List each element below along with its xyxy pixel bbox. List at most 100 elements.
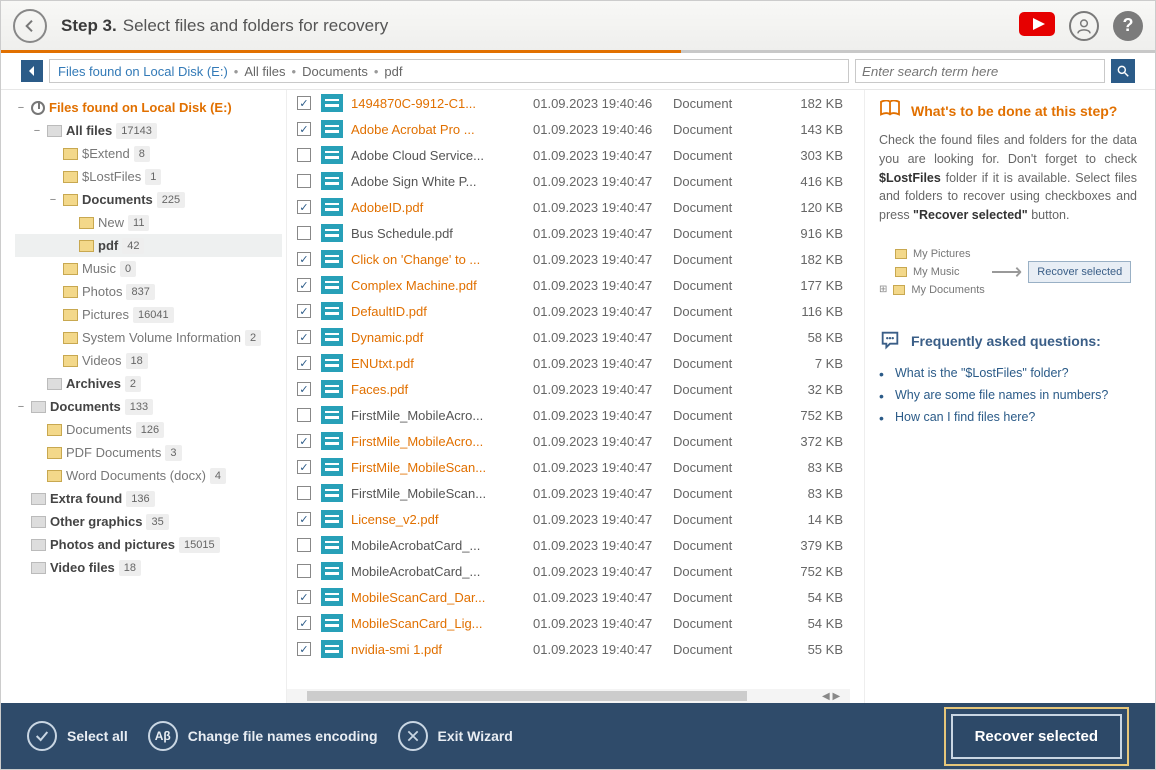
- file-name[interactable]: Faces.pdf: [351, 382, 511, 397]
- file-row[interactable]: Dynamic.pdf01.09.2023 19:40:47Document58…: [287, 324, 864, 350]
- file-row[interactable]: AdobeID.pdf01.09.2023 19:40:47Document12…: [287, 194, 864, 220]
- file-row[interactable]: License_v2.pdf01.09.2023 19:40:47Documen…: [287, 506, 864, 532]
- file-name[interactable]: Adobe Cloud Service...: [351, 148, 511, 163]
- file-checkbox[interactable]: [297, 330, 311, 344]
- file-checkbox[interactable]: [297, 200, 311, 214]
- file-name[interactable]: MobileScanCard_Dar...: [351, 590, 511, 605]
- file-checkbox[interactable]: [297, 512, 311, 526]
- file-name[interactable]: Dynamic.pdf: [351, 330, 511, 345]
- file-name[interactable]: DefaultID.pdf: [351, 304, 511, 319]
- file-checkbox[interactable]: [297, 486, 311, 500]
- tree-item[interactable]: Documents126: [15, 418, 282, 441]
- file-checkbox[interactable]: [297, 122, 311, 136]
- tree-item[interactable]: Pictures16041: [15, 303, 282, 326]
- file-name[interactable]: Adobe Sign White P...: [351, 174, 511, 189]
- faq-link[interactable]: How can I find files here?: [879, 406, 1137, 428]
- tree-item[interactable]: New11: [15, 211, 282, 234]
- file-row[interactable]: Adobe Acrobat Pro ...01.09.2023 19:40:46…: [287, 116, 864, 142]
- file-row[interactable]: 1494870C-9912-C1...01.09.2023 19:40:46Do…: [287, 90, 864, 116]
- file-name[interactable]: AdobeID.pdf: [351, 200, 511, 215]
- file-checkbox[interactable]: [297, 148, 311, 162]
- file-name[interactable]: Bus Schedule.pdf: [351, 226, 511, 241]
- file-checkbox[interactable]: [297, 434, 311, 448]
- file-list-scroll[interactable]: 1494870C-9912-C1...01.09.2023 19:40:46Do…: [287, 90, 864, 703]
- faq-link[interactable]: Why are some file names in numbers?: [879, 384, 1137, 406]
- file-checkbox[interactable]: [297, 642, 311, 656]
- folder-tree[interactable]: −Files found on Local Disk (E:)−All file…: [1, 90, 286, 703]
- file-row[interactable]: FirstMile_MobileAcro...01.09.2023 19:40:…: [287, 428, 864, 454]
- file-row[interactable]: Complex Machine.pdf01.09.2023 19:40:47Do…: [287, 272, 864, 298]
- file-checkbox[interactable]: [297, 564, 311, 578]
- tree-item[interactable]: System Volume Information2: [15, 326, 282, 349]
- breadcrumb-root[interactable]: Files found on Local Disk (E:): [58, 64, 228, 79]
- tree-item[interactable]: pdf42: [15, 234, 282, 257]
- file-row[interactable]: DefaultID.pdf01.09.2023 19:40:47Document…: [287, 298, 864, 324]
- breadcrumb-path[interactable]: Files found on Local Disk (E:) •All file…: [49, 59, 849, 83]
- file-name[interactable]: ENUtxt.pdf: [351, 356, 511, 371]
- file-row[interactable]: Faces.pdf01.09.2023 19:40:47Document32 K…: [287, 376, 864, 402]
- file-row[interactable]: MobileAcrobatCard_...01.09.2023 19:40:47…: [287, 532, 864, 558]
- file-checkbox[interactable]: [297, 616, 311, 630]
- help-icon[interactable]: ?: [1113, 11, 1143, 41]
- tree-item[interactable]: Photos and pictures15015: [15, 533, 282, 556]
- file-name[interactable]: License_v2.pdf: [351, 512, 511, 527]
- file-row[interactable]: MobileAcrobatCard_...01.09.2023 19:40:47…: [287, 558, 864, 584]
- file-checkbox[interactable]: [297, 356, 311, 370]
- file-name[interactable]: FirstMile_MobileAcro...: [351, 434, 511, 449]
- file-row[interactable]: ENUtxt.pdf01.09.2023 19:40:47Document7 K…: [287, 350, 864, 376]
- tree-item[interactable]: Word Documents (docx)4: [15, 464, 282, 487]
- breadcrumb-seg-2[interactable]: Documents: [302, 64, 368, 79]
- back-button[interactable]: [13, 9, 47, 43]
- file-checkbox[interactable]: [297, 304, 311, 318]
- tree-item[interactable]: −Documents133: [15, 395, 282, 418]
- file-name[interactable]: Click on 'Change' to ...: [351, 252, 511, 267]
- file-row[interactable]: FirstMile_MobileAcro...01.09.2023 19:40:…: [287, 402, 864, 428]
- tree-item[interactable]: Videos18: [15, 349, 282, 372]
- file-row[interactable]: Click on 'Change' to ...01.09.2023 19:40…: [287, 246, 864, 272]
- file-checkbox[interactable]: [297, 174, 311, 188]
- faq-link[interactable]: What is the "$LostFiles" folder?: [879, 362, 1137, 384]
- file-row[interactable]: FirstMile_MobileScan...01.09.2023 19:40:…: [287, 454, 864, 480]
- tree-item[interactable]: Music0: [15, 257, 282, 280]
- file-name[interactable]: FirstMile_MobileScan...: [351, 486, 511, 501]
- tree-item[interactable]: Photos837: [15, 280, 282, 303]
- file-checkbox[interactable]: [297, 252, 311, 266]
- youtube-icon[interactable]: [1019, 12, 1055, 39]
- file-name[interactable]: Complex Machine.pdf: [351, 278, 511, 293]
- tree-item[interactable]: Video files18: [15, 556, 282, 579]
- file-row[interactable]: nvidia-smi 1.pdf01.09.2023 19:40:47Docum…: [287, 636, 864, 662]
- file-name[interactable]: MobileScanCard_Lig...: [351, 616, 511, 631]
- file-checkbox[interactable]: [297, 590, 311, 604]
- file-checkbox[interactable]: [297, 278, 311, 292]
- tree-item[interactable]: Extra found136: [15, 487, 282, 510]
- file-row[interactable]: Adobe Sign White P...01.09.2023 19:40:47…: [287, 168, 864, 194]
- file-checkbox[interactable]: [297, 226, 311, 240]
- tree-item[interactable]: −Documents225: [15, 188, 282, 211]
- file-name[interactable]: MobileAcrobatCard_...: [351, 564, 511, 579]
- tree-item[interactable]: −Files found on Local Disk (E:): [15, 96, 282, 119]
- file-row[interactable]: MobileScanCard_Lig...01.09.2023 19:40:47…: [287, 610, 864, 636]
- breadcrumb-back-button[interactable]: [21, 60, 43, 82]
- select-all-button[interactable]: Select all: [27, 721, 128, 751]
- file-checkbox[interactable]: [297, 538, 311, 552]
- file-name[interactable]: FirstMile_MobileAcro...: [351, 408, 511, 423]
- tree-item[interactable]: PDF Documents3: [15, 441, 282, 464]
- file-name[interactable]: MobileAcrobatCard_...: [351, 538, 511, 553]
- search-input[interactable]: [855, 59, 1105, 83]
- file-row[interactable]: Bus Schedule.pdf01.09.2023 19:40:47Docum…: [287, 220, 864, 246]
- change-encoding-button[interactable]: Aβ Change file names encoding: [148, 721, 378, 751]
- file-checkbox[interactable]: [297, 382, 311, 396]
- tree-item[interactable]: $LostFiles1: [15, 165, 282, 188]
- tree-item[interactable]: $Extend8: [15, 142, 282, 165]
- file-name[interactable]: 1494870C-9912-C1...: [351, 96, 511, 111]
- breadcrumb-seg-3[interactable]: pdf: [384, 64, 402, 79]
- exit-wizard-button[interactable]: Exit Wizard: [398, 721, 513, 751]
- recover-selected-button[interactable]: Recover selected: [951, 714, 1122, 759]
- file-row[interactable]: MobileScanCard_Dar...01.09.2023 19:40:47…: [287, 584, 864, 610]
- file-row[interactable]: Adobe Cloud Service...01.09.2023 19:40:4…: [287, 142, 864, 168]
- tree-item[interactable]: Archives2: [15, 372, 282, 395]
- search-button[interactable]: [1111, 59, 1135, 83]
- file-checkbox[interactable]: [297, 460, 311, 474]
- file-checkbox[interactable]: [297, 408, 311, 422]
- expand-toggle[interactable]: −: [15, 102, 27, 114]
